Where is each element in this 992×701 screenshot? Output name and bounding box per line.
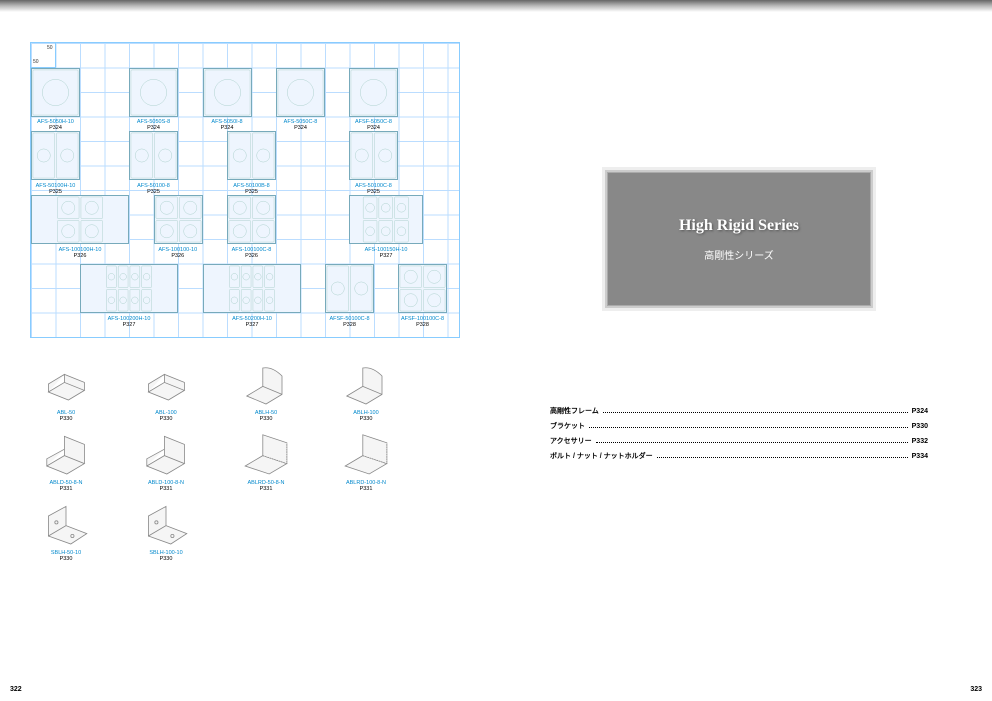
bracket-ABLRD-100-8-N: ABLRD-100-8-NP331: [330, 430, 402, 492]
profile-AFS-50100-8: [129, 131, 178, 180]
profile-grid: 50 50 AFS-5050H-10P324 AFS-5050S-8P324 AFS…: [30, 42, 460, 338]
bracket-ABLD-100-8-N: ABLD-100-8-NP331: [130, 430, 202, 492]
bracket-ABLD-50-8-N: ABLD-50-8-NP331: [30, 430, 102, 492]
profile-AFS-100100H-10: [31, 195, 129, 244]
profile-AFS-50100H-10: [31, 131, 80, 180]
profile-label: AFSF-5050C-8P324: [355, 119, 392, 131]
bracket-icon: [236, 430, 296, 478]
dim-left: 50: [33, 59, 39, 65]
bracket-page: P331: [330, 486, 402, 492]
profile-label: AFSF-100100C-8P328: [401, 316, 444, 328]
profile-AFSF-5050C-8: [349, 68, 398, 117]
profile-AFS-5050I-8: [203, 68, 252, 117]
toc-label: アクセサリー: [550, 436, 592, 446]
table-of-contents: 高剛性フレーム P324 ブラケット P330 アクセサリー P332 ボルト / ナット …: [550, 406, 928, 461]
profile-page: P326: [232, 253, 272, 259]
toc-row: 高剛性フレーム P324: [550, 406, 928, 416]
bracket-page: P330: [130, 416, 202, 422]
profile-page: P324: [284, 125, 318, 131]
profile-label: AFS-50100-8P325: [137, 183, 170, 195]
toc-label: ボルト / ナット / ナットホルダー: [550, 451, 653, 461]
page-number-right: 323: [970, 686, 982, 693]
bracket-icon: [136, 360, 196, 408]
toc-page: P324: [912, 408, 928, 415]
bracket-icon: [336, 430, 396, 478]
profile-page: P328: [329, 322, 369, 328]
bracket-ABLRD-50-8-N: ABLRD-50-8-NP331: [230, 430, 302, 492]
bracket-page: P330: [230, 416, 302, 422]
profile-AFS-100100C-8: [227, 195, 276, 244]
profile-AFSF-50100C-8: [325, 264, 374, 313]
profile-label: AFS-100100-10P326: [158, 247, 197, 259]
profile-AFS-5050S-8: [129, 68, 178, 117]
profile-label: AFS-100100C-8P326: [232, 247, 272, 259]
profile-label: AFS-5050H-10P324: [37, 119, 74, 131]
series-title-box: High Rigid Series 高剛性シリーズ: [605, 170, 873, 308]
bracket-icon: [36, 430, 96, 478]
profile-label: AFSF-50100C-8P328: [329, 316, 369, 328]
bracket-page: P330: [130, 556, 202, 562]
toc-row: ブラケット P330: [550, 421, 928, 431]
bracket-page: P331: [130, 486, 202, 492]
profile-label: AFS-50100C-8P325: [355, 183, 392, 195]
bracket-icon: [36, 500, 96, 548]
bracket-icon: [236, 360, 296, 408]
bracket-ABL-100: ABL-100P330: [130, 360, 202, 422]
bracket-icon: [36, 360, 96, 408]
profile-AFS-5050C-8: [276, 68, 325, 117]
profile-label: AFS-5050C-8P324: [284, 119, 318, 131]
toc-page: P334: [912, 453, 928, 460]
profile-page: P326: [59, 253, 102, 259]
profile-AFS-100100-10: [154, 195, 203, 244]
toc-row: ボルト / ナット / ナットホルダー P334: [550, 451, 928, 461]
profile-page: P328: [401, 322, 444, 328]
profile-AFSF-100100C-8: [398, 264, 447, 313]
profile-label: AFS-100200H-10P327: [108, 316, 151, 328]
profile-AFS-50100B-8: [227, 131, 276, 180]
profile-label: AFS-50200H-10P327: [232, 316, 272, 328]
bracket-ABL-50: ABL-50P330: [30, 360, 102, 422]
profile-AFS-50200H-10: [203, 264, 301, 313]
profile-page: P327: [108, 322, 151, 328]
profile-label: AFS-5050S-8P324: [137, 119, 170, 131]
profile-page: P327: [365, 253, 408, 259]
profile-label: AFS-50100H-10P325: [36, 183, 76, 195]
toc-page: P330: [912, 423, 928, 430]
profile-AFS-100150H-10: [349, 195, 423, 244]
bracket-page: P331: [30, 486, 102, 492]
title-jp: 高剛性シリーズ: [704, 247, 774, 262]
bracket-page: P330: [30, 416, 102, 422]
profile-AFS-5050H-10: [31, 68, 80, 117]
dim-top: 50: [47, 45, 53, 51]
bracket-icon: [136, 430, 196, 478]
toc-label: ブラケット: [550, 421, 585, 431]
bracket-SBLH-100-10: SBLH-100-10P330: [130, 500, 202, 562]
profile-label: AFS-5050I-8P324: [211, 119, 242, 131]
profile-label: AFS-100100H-10P326: [59, 247, 102, 259]
toc-page: P332: [912, 438, 928, 445]
title-en: High Rigid Series: [679, 217, 799, 235]
profile-label: AFS-50100B-8P325: [233, 183, 269, 195]
bracket-ABLH-50: ABLH-50P330: [230, 360, 302, 422]
page-number-left: 322: [10, 686, 22, 693]
bracket-ABLH-100: ABLH-100P330: [330, 360, 402, 422]
bracket-icon: [136, 500, 196, 548]
bracket-page: P330: [30, 556, 102, 562]
toc-row: アクセサリー P332: [550, 436, 928, 446]
profile-AFS-100200H-10: [80, 264, 178, 313]
profile-page: P327: [232, 322, 272, 328]
profile-page: P326: [158, 253, 197, 259]
bracket-icon: [336, 360, 396, 408]
toc-label: 高剛性フレーム: [550, 406, 599, 416]
bracket-section: ABL-50P330 ABL-100P330 ABLH-50P330 ABLH-100…: [30, 360, 460, 562]
bracket-page: P330: [330, 416, 402, 422]
profile-label: AFS-100150H-10P327: [365, 247, 408, 259]
profile-AFS-50100C-8: [349, 131, 398, 180]
bracket-SBLH-50-10: SBLH-50-10P330: [30, 500, 102, 562]
bracket-page: P331: [230, 486, 302, 492]
grid-corner: 50 50: [31, 43, 56, 68]
